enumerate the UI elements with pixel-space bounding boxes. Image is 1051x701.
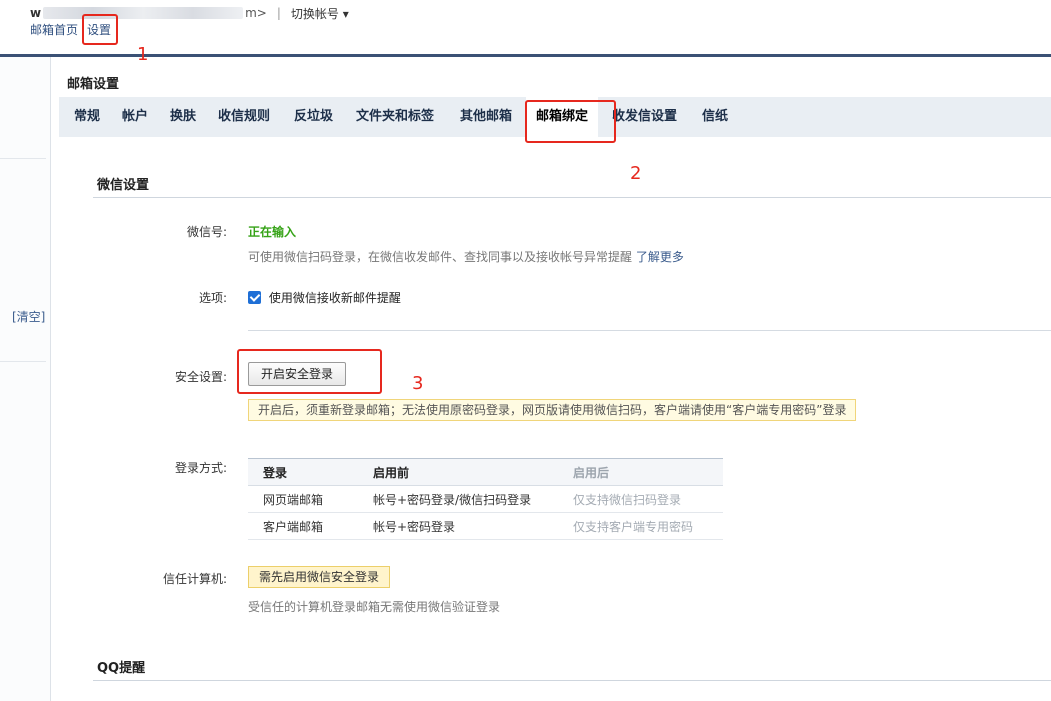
trusted-computer-requirement: 需先启用微信安全登录 bbox=[248, 566, 391, 588]
tab-account[interactable]: 帐户 bbox=[122, 97, 148, 137]
section-divider bbox=[248, 330, 1051, 331]
table-row: 客户端邮箱 帐号+密码登录 仅支持客户端专用密码 bbox=[248, 512, 723, 540]
tab-anti-spam[interactable]: 反垃圾 bbox=[294, 97, 333, 137]
wechat-id-status: 正在输入 bbox=[248, 225, 297, 239]
section-divider bbox=[93, 197, 1051, 198]
top-header: w m> | 切换帐号 ▾ 邮箱首页 设置 bbox=[0, 0, 1051, 57]
qq-section-title: QQ提醒 bbox=[97, 661, 146, 676]
annotation-number-2: 2 bbox=[630, 163, 642, 184]
wechat-description: 可使用微信扫码登录，在微信收发邮件、查找同事以及接收帐号异常提醒 bbox=[248, 250, 633, 264]
annotation-box-1 bbox=[82, 14, 118, 45]
account-name-prefix: w bbox=[30, 6, 42, 20]
left-sidebar: [清空] bbox=[0, 57, 51, 701]
wechat-notify-option: 使用微信接收新邮件提醒 bbox=[248, 289, 401, 306]
tab-other-mailbox[interactable]: 其他邮箱 bbox=[460, 97, 512, 137]
tab-receive-rules[interactable]: 收信规则 bbox=[218, 97, 270, 137]
table-cell: 客户端邮箱 bbox=[248, 512, 373, 540]
tab-folders-labels[interactable]: 文件夹和标签 bbox=[356, 97, 434, 137]
table-cell: 网页端邮箱 bbox=[248, 485, 373, 513]
account-email-redacted bbox=[43, 7, 244, 19]
tab-general[interactable]: 常规 bbox=[74, 97, 100, 137]
switch-account-link[interactable]: 切换帐号 ▾ bbox=[291, 5, 349, 22]
table-cell: 帐号+密码登录/微信扫码登录 bbox=[373, 485, 573, 513]
wechat-notify-checkbox[interactable] bbox=[248, 291, 261, 304]
option-label: 选项: bbox=[198, 291, 227, 305]
tab-stationery[interactable]: 信纸 bbox=[702, 97, 728, 137]
table-header-login: 登录 bbox=[248, 458, 373, 486]
table-row: 网页端邮箱 帐号+密码登录/微信扫码登录 仅支持微信扫码登录 bbox=[248, 485, 723, 513]
account-row: w m> | 切换帐号 ▾ bbox=[30, 5, 349, 21]
wechat-description-row: 可使用微信扫码登录，在微信收发邮件、查找同事以及接收帐号异常提醒 了解更多 bbox=[248, 248, 684, 265]
main-panel: 邮箱设置 常规 帐户 换肤 收信规则 反垃圾 文件夹和标签 其他邮箱 邮箱绑定 … bbox=[59, 57, 1051, 701]
login-method-table: 登录 启用前 启用后 网页端邮箱 帐号+密码登录/微信扫码登录 仅支持微信扫码登… bbox=[248, 458, 723, 540]
tab-skin[interactable]: 换肤 bbox=[170, 97, 196, 137]
settings-content: 微信设置 微信号: 正在输入 可使用微信扫码登录，在微信收发邮件、查找同事以及接… bbox=[59, 137, 1051, 701]
wechat-id-label: 微信号: bbox=[186, 225, 227, 239]
switch-account-label: 切换帐号 bbox=[290, 6, 339, 21]
chevron-down-icon: ▾ bbox=[342, 6, 349, 21]
table-header-before: 启用前 bbox=[373, 458, 573, 486]
annotation-number-1: 1 bbox=[137, 44, 149, 65]
table-cell: 仅支持客户端专用密码 bbox=[573, 512, 723, 540]
sidebar-divider bbox=[0, 361, 46, 362]
trusted-computer-hint: 受信任的计算机登录邮箱无需使用微信验证登录 bbox=[248, 600, 501, 614]
wechat-notify-checkbox-label[interactable]: 使用微信接收新邮件提醒 bbox=[269, 291, 401, 305]
table-header-after: 启用后 bbox=[573, 458, 723, 486]
login-method-label: 登录方式: bbox=[174, 461, 227, 475]
nav-mail-home[interactable]: 邮箱首页 bbox=[30, 21, 78, 38]
annotation-box-3 bbox=[237, 349, 382, 394]
account-separator: | bbox=[276, 6, 281, 20]
security-label: 安全设置: bbox=[174, 370, 227, 384]
trusted-computer-label: 信任计算机: bbox=[162, 572, 227, 586]
annotation-number-3: 3 bbox=[412, 373, 424, 394]
secure-login-warning: 开启后，须重新登录邮箱；无法使用原密码登录，网页版请使用微信扫码，客户端请使用“… bbox=[248, 399, 857, 421]
annotation-box-2 bbox=[525, 100, 616, 143]
sidebar-divider bbox=[0, 158, 46, 159]
section-divider bbox=[93, 680, 1051, 681]
learn-more-link[interactable]: 了解更多 bbox=[636, 250, 684, 264]
table-cell: 仅支持微信扫码登录 bbox=[573, 485, 723, 513]
table-header-row: 登录 启用前 启用后 bbox=[248, 458, 723, 486]
table-cell: 帐号+密码登录 bbox=[373, 512, 573, 540]
sidebar-clear-link[interactable]: [清空] bbox=[12, 308, 45, 325]
account-name-suffix: m> bbox=[245, 6, 267, 20]
tab-send-receive[interactable]: 收发信设置 bbox=[612, 97, 677, 137]
page-title: 邮箱设置 bbox=[67, 77, 120, 92]
wechat-section-title: 微信设置 bbox=[97, 178, 150, 193]
